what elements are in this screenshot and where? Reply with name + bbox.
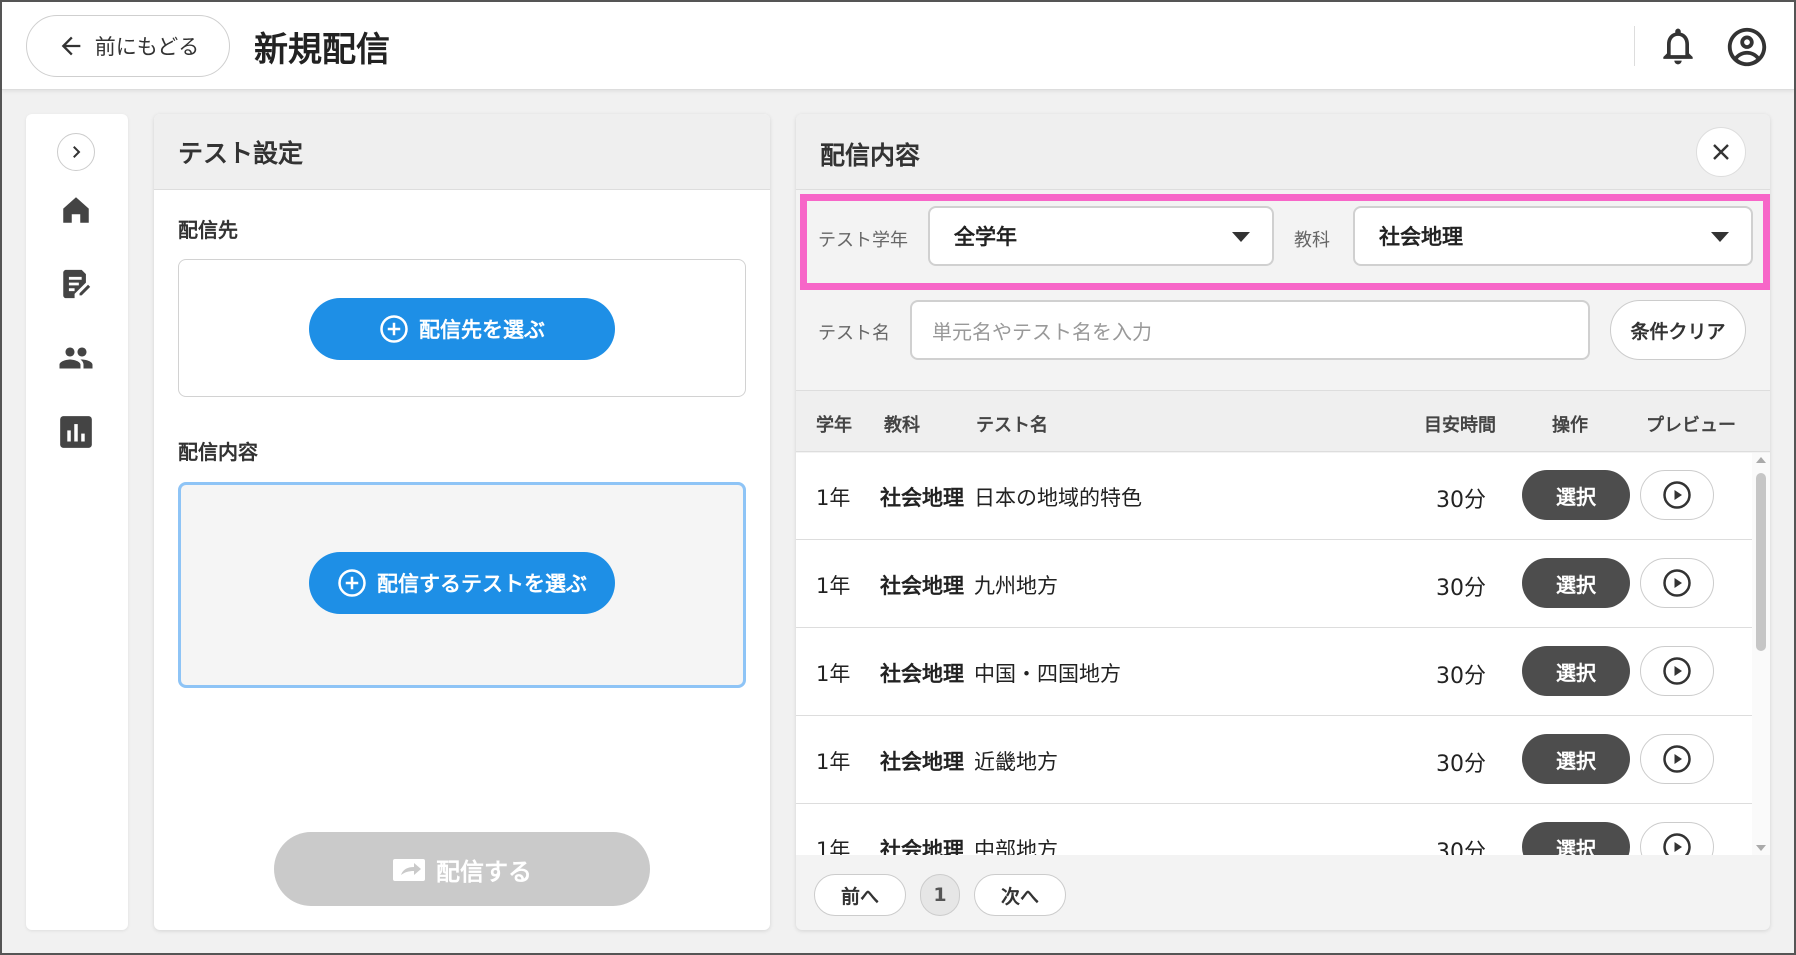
play-icon [1663, 833, 1691, 855]
app-header: 前にもどる 新規配信 [2, 2, 1794, 90]
list-scrollbar[interactable] [1752, 453, 1770, 855]
back-button-label: 前にもどる [94, 35, 200, 59]
choose-test-button[interactable]: 配信するテストを選ぶ [309, 552, 615, 614]
table-header: 学年 教科 テスト名 目安時間 操作 プレビュー [796, 390, 1770, 452]
row-duration: 30分 [1436, 488, 1486, 513]
side-nav [26, 114, 128, 930]
preview-button[interactable] [1640, 734, 1714, 784]
highlight-box [800, 194, 1770, 290]
row-subject: 社会地理 [880, 574, 964, 598]
table-row: 1年 社会地理 中国・四国地方 30分 選択 [796, 629, 1752, 716]
plus-circle-icon [380, 315, 408, 343]
table-row: 1年 社会地理 近畿地方 30分 選択 [796, 717, 1752, 804]
row-duration: 30分 [1436, 664, 1486, 689]
home-icon [63, 197, 89, 223]
table-row: 1年 社会地理 九州地方 30分 選択 [796, 541, 1752, 628]
row-duration: 30分 [1436, 840, 1486, 855]
choose-destination-label: 配信先を選ぶ [419, 318, 545, 342]
send-button[interactable]: 配信する [274, 832, 650, 906]
choose-destination-button[interactable]: 配信先を選ぶ [309, 298, 615, 360]
page-number-current[interactable]: 1 [920, 874, 960, 916]
nav-reports[interactable] [56, 412, 96, 452]
arrow-left-icon [61, 36, 81, 56]
row-test-name: 近畿地方 [974, 750, 1058, 774]
clear-filters-button[interactable]: 条件クリア [1610, 300, 1746, 360]
row-grade: 1年 [816, 750, 851, 774]
next-page-button[interactable]: 次へ [974, 874, 1066, 916]
col-preview: プレビュー [1646, 415, 1736, 436]
scroll-thumb[interactable] [1756, 473, 1766, 651]
select-button[interactable]: 選択 [1522, 470, 1630, 520]
content-box: 配信するテストを選ぶ [178, 482, 746, 688]
scroll-down-arrow[interactable] [1756, 845, 1766, 851]
row-grade: 1年 [816, 486, 851, 510]
testname-input[interactable]: 単元名やテスト名を入力 [910, 300, 1590, 360]
account-icon[interactable] [1724, 24, 1770, 70]
table-row: 1年 社会地理 中部地方 30分 選択 [796, 805, 1752, 855]
row-test-name: 日本の地域的特色 [974, 486, 1142, 510]
row-grade: 1年 [816, 838, 851, 855]
chevron-right-icon [73, 146, 81, 158]
bell-icon[interactable] [1656, 24, 1700, 68]
header-divider [1634, 26, 1635, 66]
play-icon [1663, 745, 1691, 773]
row-grade: 1年 [816, 662, 851, 686]
content-panel: 配信内容 テスト学年 全学年 教科 社会地理 テスト名 単元名やテスト名を入力 … [796, 114, 1770, 930]
row-subject: 社会地理 [880, 838, 964, 855]
table-row: 1年 社会地理 日本の地域的特色 30分 選択 [796, 453, 1752, 540]
play-icon [1663, 657, 1691, 685]
preview-button[interactable] [1640, 822, 1714, 855]
content-label: 配信内容 [178, 440, 258, 464]
plus-circle-icon [338, 569, 366, 597]
test-list: 1年 社会地理 日本の地域的特色 30分 選択 1年 社会地理 九州地方 30分… [796, 453, 1770, 855]
nav-home[interactable] [56, 190, 96, 230]
nav-students[interactable] [56, 338, 96, 378]
row-duration: 30分 [1436, 752, 1486, 777]
row-test-name: 九州地方 [974, 574, 1058, 598]
nav-tests[interactable] [56, 264, 96, 304]
row-test-name: 中国・四国地方 [974, 662, 1121, 686]
preview-button[interactable] [1640, 646, 1714, 696]
testname-filter-label: テスト名 [818, 323, 890, 344]
send-button-label: 配信する [436, 857, 532, 886]
select-button[interactable]: 選択 [1522, 646, 1630, 696]
row-duration: 30分 [1436, 576, 1486, 601]
edit-document-icon [63, 269, 91, 299]
content-panel-title: 配信内容 [820, 141, 921, 170]
page-title: 新規配信 [254, 30, 390, 70]
content-panel-header: 配信内容 [796, 114, 1770, 190]
preview-button[interactable] [1640, 470, 1714, 520]
people-icon [59, 347, 93, 369]
row-subject: 社会地理 [880, 662, 964, 686]
preview-button[interactable] [1640, 558, 1714, 608]
destination-label: 配信先 [178, 218, 238, 242]
prev-page-button[interactable]: 前へ [814, 874, 906, 916]
expand-nav-button[interactable] [57, 133, 95, 171]
row-subject: 社会地理 [880, 750, 964, 774]
col-subject: 教科 [884, 415, 920, 436]
play-icon [1663, 481, 1691, 509]
row-subject: 社会地理 [880, 486, 964, 510]
select-button[interactable]: 選択 [1522, 734, 1630, 784]
send-icon [393, 859, 425, 881]
back-button[interactable]: 前にもどる [26, 15, 230, 77]
row-test-name: 中部地方 [974, 838, 1058, 855]
scroll-up-arrow[interactable] [1756, 457, 1766, 463]
bar-chart-icon [60, 416, 92, 448]
close-icon [1713, 144, 1729, 160]
test-settings-title: テスト設定 [154, 114, 770, 190]
choose-test-label: 配信するテストを選ぶ [377, 572, 587, 596]
col-duration: 目安時間 [1424, 415, 1496, 436]
close-button[interactable] [1696, 127, 1746, 177]
select-button[interactable]: 選択 [1522, 558, 1630, 608]
col-test-name: テスト名 [976, 415, 1048, 436]
col-grade: 学年 [816, 415, 852, 436]
select-button[interactable]: 選択 [1522, 822, 1630, 855]
test-settings-panel: テスト設定 配信先 配信先を選ぶ 配信内容 配信するテストを選ぶ 配信する [154, 114, 770, 930]
row-grade: 1年 [816, 574, 851, 598]
col-action: 操作 [1552, 415, 1588, 436]
destination-box: 配信先を選ぶ [178, 259, 746, 397]
play-icon [1663, 569, 1691, 597]
